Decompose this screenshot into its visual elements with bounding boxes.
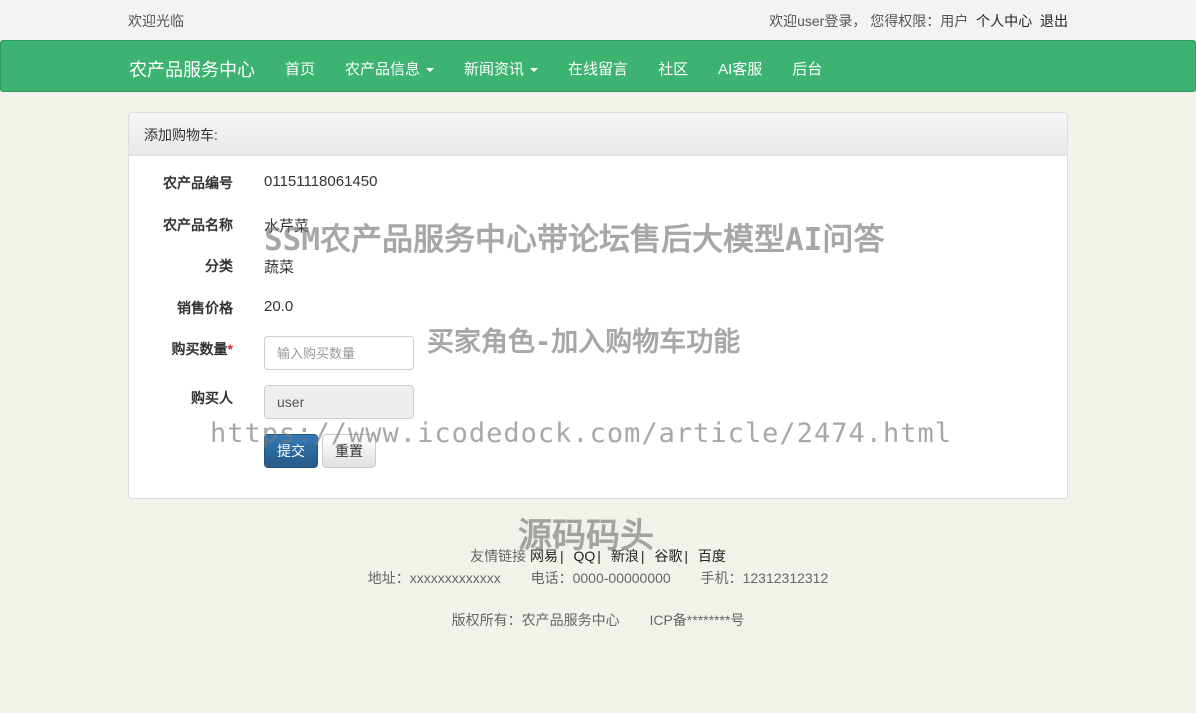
- panel-heading: 添加购物车:: [129, 113, 1067, 156]
- reset-button[interactable]: 重置: [322, 434, 376, 468]
- nav-item-news[interactable]: 新闻资讯: [464, 58, 539, 79]
- nav-item-label: 首页: [285, 61, 316, 78]
- top-bar: 欢迎光临 欢迎user登录， 您得权限：用户 个人中心 退出: [0, 0, 1196, 40]
- brand-title[interactable]: 农产品服务中心: [129, 56, 255, 82]
- icp-text: ICP备********号: [649, 612, 745, 628]
- nav-item-admin[interactable]: 后台: [792, 58, 822, 79]
- user-info-area: 欢迎user登录， 您得权限：用户 个人中心 退出: [769, 11, 1068, 31]
- nav-item-label: 社区: [658, 61, 689, 78]
- price-label: 销售价格: [177, 300, 233, 316]
- nav-item-ai-service[interactable]: AI客服: [718, 58, 762, 79]
- buyer-input[interactable]: [264, 385, 414, 419]
- link-netease[interactable]: 网易: [530, 548, 558, 564]
- footer-address: 地址：xxxxxxxxxxxxx: [367, 570, 501, 586]
- category-value: 蔬菜: [264, 259, 295, 276]
- submit-button[interactable]: 提交: [264, 434, 318, 468]
- buyer-label: 购买人: [191, 390, 233, 406]
- category-label: 分类: [205, 258, 233, 274]
- link-qq[interactable]: QQ: [574, 548, 596, 564]
- quantity-label: 购买数量*: [172, 339, 233, 359]
- footer-contact: 地址：xxxxxxxxxxxxx 电话：0000-00000000 手机：123…: [0, 568, 1196, 588]
- name-value: 水芹菜: [264, 218, 310, 235]
- link-google[interactable]: 谷歌: [654, 548, 682, 564]
- price-value: 20.0: [264, 298, 294, 315]
- nav-item-label: 新闻资讯: [464, 61, 525, 78]
- user-info-text: 欢迎user登录， 您得权限：用户: [769, 13, 969, 29]
- footer-copyright: 版权所有：农产品服务中心 ICP备********号: [0, 610, 1196, 630]
- main-navbar: 农产品服务中心 首页 农产品信息 新闻资讯 在线留言 社区 AI客服 后台: [0, 40, 1196, 92]
- welcome-text: 欢迎光临: [128, 13, 184, 29]
- link-baidu[interactable]: 百度: [698, 548, 726, 564]
- footer-links: 友情链接 网易 | QQ | 新浪 | 谷歌 | 百度: [0, 546, 1196, 566]
- nav-item-home[interactable]: 首页: [285, 58, 315, 79]
- quantity-input[interactable]: [264, 336, 414, 370]
- quantity-label-text: 购买数量: [171, 341, 228, 357]
- profile-link[interactable]: 个人中心: [976, 13, 1032, 29]
- link-separator: |: [684, 548, 688, 564]
- link-separator: |: [559, 548, 564, 564]
- copyright-text: 版权所有：农产品服务中心: [451, 612, 620, 628]
- logout-link[interactable]: 退出: [1040, 13, 1068, 29]
- footer-mobile: 手机：12312312312: [700, 570, 829, 586]
- link-separator: |: [597, 548, 601, 564]
- link-separator: |: [640, 548, 645, 564]
- footer-phone: 电话：0000-00000000: [530, 570, 671, 586]
- caret-down-icon: [530, 68, 539, 73]
- name-label: 农产品名称: [163, 217, 233, 233]
- nav-item-label: AI客服: [718, 61, 763, 78]
- links-label: 友情链接: [470, 548, 527, 564]
- nav-item-label: 在线留言: [568, 61, 629, 78]
- caret-down-icon: [426, 68, 435, 73]
- required-mark: *: [227, 341, 233, 357]
- nav-item-label: 农产品信息: [345, 61, 421, 78]
- link-sina[interactable]: 新浪: [611, 548, 639, 564]
- nav-item-products[interactable]: 农产品信息: [345, 58, 435, 79]
- code-value: 01151118061450: [264, 173, 378, 190]
- nav-menu: 首页 农产品信息 新闻资讯 在线留言 社区 AI客服 后台: [285, 58, 852, 79]
- code-label: 农产品编号: [163, 175, 233, 191]
- add-to-cart-panel: 添加购物车: 农产品编号 01151118061450 农产品名称 水芹菜 分类…: [128, 112, 1068, 499]
- nav-item-label: 后台: [792, 61, 823, 78]
- nav-item-community[interactable]: 社区: [658, 58, 688, 79]
- nav-item-messages[interactable]: 在线留言: [568, 58, 628, 79]
